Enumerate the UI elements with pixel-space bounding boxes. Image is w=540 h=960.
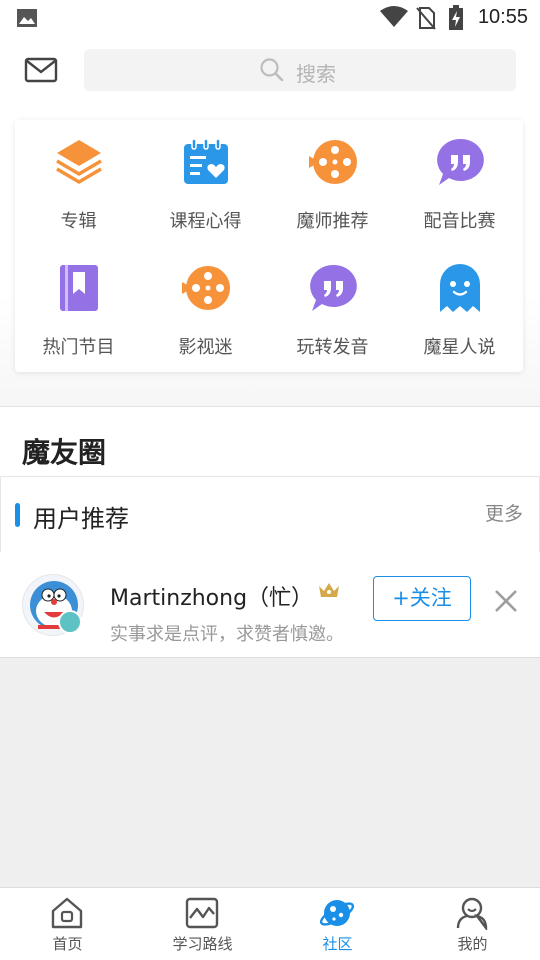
grid-item-album[interactable]: 专辑 [15,120,142,240]
search-placeholder: 搜索 [296,62,336,86]
bottom-tab-bar: 首页 学习路线 社区 我的 [0,887,540,960]
tab-profile[interactable]: 我的 [405,888,540,960]
grid-item-course-notes[interactable]: 课程心得 [142,120,269,240]
notebook-heart-icon [184,138,228,184]
tab-label: 首页 [52,935,83,953]
tab-label: 我的 [457,935,488,953]
grid-item-dubbing-contest[interactable]: 配音比赛 [396,120,523,240]
grid-item-label: 配音比赛 [423,211,496,232]
grid-item-star-talk[interactable]: 魔星人说 [396,246,523,366]
grid-item-label: 课程心得 [169,211,242,232]
grid-item-label: 魔星人说 [423,337,496,358]
category-grid: 专辑 课程心得 魔师推荐 配音比赛 热门节目 影视迷 玩转发音 魔星人说 [15,120,523,372]
tab-label: 社区 [322,935,353,953]
film-reel-icon [182,266,230,310]
grid-item-label: 魔师推荐 [296,211,369,232]
mail-icon[interactable] [24,56,58,84]
grid-item-label: 专辑 [60,211,97,232]
quote-bubble-icon [437,138,484,185]
quote-bubble-icon [310,264,357,311]
tab-home[interactable]: 首页 [0,888,135,960]
grid-item-pronunciation[interactable]: 玩转发音 [269,246,396,366]
layers-icon [56,140,102,185]
route-chart-icon [185,897,219,929]
search-icon [260,58,284,82]
close-icon[interactable] [493,588,519,614]
tab-community[interactable]: 社区 [270,888,405,960]
planet-icon [319,900,355,926]
section-title: 魔友圈 [22,436,107,469]
grid-item-hot-shows[interactable]: 热门节目 [15,246,142,366]
image-icon [17,9,37,27]
tab-learning-path[interactable]: 学习路线 [135,888,270,960]
status-time: 10:55 [477,6,528,28]
book-icon [60,265,98,311]
follow-button[interactable]: +关注 [373,576,471,621]
accent-bar [15,503,20,527]
no-sim-icon [416,7,436,30]
recommend-title: 用户推荐 [33,505,129,533]
more-link[interactable]: 更多 [485,499,523,526]
user-recommend-header: 用户推荐 更多 [0,476,540,552]
user-bio: 实事求是点评，求赞者慎邀。 [110,624,344,645]
ghost-icon [440,264,480,312]
grid-item-movie-fans[interactable]: 影视迷 [142,246,269,366]
moyou-section: 魔友圈 [0,406,540,478]
search-input[interactable]: 搜索 [84,49,516,91]
crown-icon [319,583,339,597]
battery-charging-icon [449,5,463,30]
grid-item-label: 影视迷 [178,337,233,358]
grid-item-label: 玩转发音 [296,337,369,358]
tab-label: 学习路线 [172,935,233,953]
grid-item-teacher-picks[interactable]: 魔师推荐 [269,120,396,240]
grid-item-label: 热门节目 [42,337,115,358]
user-icon [456,897,488,930]
home-icon [51,897,83,929]
avatar-badge [58,610,82,634]
user-name[interactable]: Martinzhong（忙） [110,580,313,612]
recommended-user-row: Martinzhong（忙） 实事求是点评，求赞者慎邀。 +关注 [0,552,540,658]
film-reel-icon [309,140,357,184]
wifi-icon [380,6,408,27]
status-bar: 10:55 [0,0,540,36]
